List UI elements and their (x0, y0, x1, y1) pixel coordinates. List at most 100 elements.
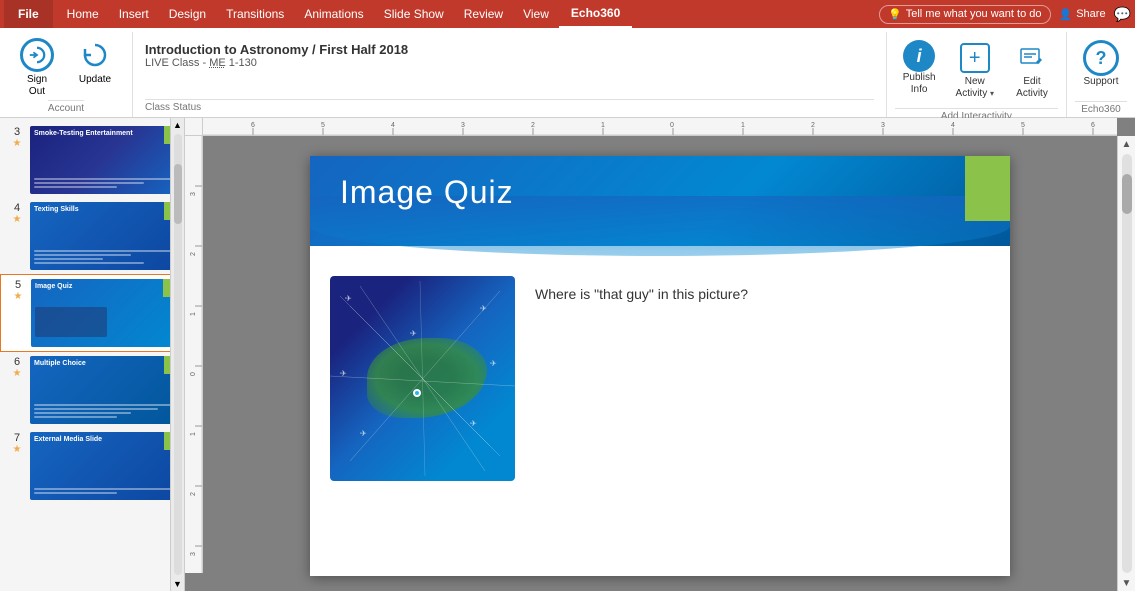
sign-out-label: SignOut (27, 74, 47, 98)
slide-number-4: 4 ★ (8, 202, 26, 225)
class-status-section: Introduction to Astronomy / First Half 2… (133, 32, 887, 117)
scroll-down-arrow[interactable]: ▼ (171, 577, 184, 591)
slide-thumb-label-6: Multiple Choice (34, 360, 172, 367)
message-button[interactable]: 💬 (1114, 6, 1131, 23)
animations-menu[interactable]: Animations (294, 0, 373, 28)
person-icon: 👤 (1059, 8, 1073, 21)
slideshow-menu[interactable]: Slide Show (374, 0, 454, 28)
slide-map-dot (413, 389, 421, 397)
transitions-menu[interactable]: Transitions (216, 0, 294, 28)
home-menu[interactable]: Home (57, 0, 109, 28)
tell-me-text: Tell me what you want to do (906, 8, 1042, 20)
edit-activity-button[interactable]: EditActivity (1006, 36, 1058, 104)
canvas-vertical-scrollbar[interactable]: ▲ ▼ (1117, 136, 1135, 591)
slide-item-7[interactable]: 7 ★ External Media Slide (0, 428, 184, 504)
svg-text:✈: ✈ (480, 304, 487, 313)
main-area: 3 ★ Smoke-Testing Entertainment 4 ★ Text… (0, 118, 1135, 591)
svg-text:1: 1 (190, 432, 197, 436)
slide-panel-scrollbar[interactable]: ▲ ▼ (170, 118, 184, 591)
slide-panel[interactable]: 3 ★ Smoke-Testing Entertainment 4 ★ Text… (0, 118, 185, 591)
scroll-down-arrow[interactable]: ▼ (1119, 575, 1135, 591)
slide-thumb-label-4: Texting Skills (34, 206, 172, 213)
support-label: Support (1083, 76, 1118, 88)
slide-canvas: Image Quiz (203, 136, 1117, 591)
update-label: Update (79, 74, 111, 85)
svg-text:✈: ✈ (410, 329, 417, 338)
ruler-corner (185, 118, 203, 136)
class-title: Introduction to Astronomy / First Half 2… (145, 42, 874, 57)
scroll-up-arrow[interactable]: ▲ (1119, 136, 1135, 152)
slide-thumbnail-3: Smoke-Testing Entertainment (30, 126, 176, 194)
view-menu[interactable]: View (513, 0, 559, 28)
echo360-menu[interactable]: Echo360 (559, 0, 632, 28)
svg-text:3: 3 (881, 122, 885, 129)
svg-text:✈: ✈ (360, 429, 367, 438)
publish-info-button[interactable]: i PublishInfo (895, 36, 944, 104)
scroll-track (174, 134, 182, 575)
review-menu[interactable]: Review (454, 0, 513, 28)
sign-out-icon (20, 38, 54, 72)
svg-text:3: 3 (461, 122, 465, 129)
svg-text:✈: ✈ (470, 419, 477, 428)
plus-circle-icon: + (960, 43, 990, 73)
echo360-ribbon-section: ? Support Echo360 (1067, 32, 1135, 117)
support-button[interactable]: ? Support (1075, 36, 1127, 97)
edit-activity-icon (1014, 40, 1050, 76)
support-icon: ? (1083, 40, 1119, 76)
file-menu[interactable]: File (4, 0, 53, 28)
svg-text:0: 0 (190, 372, 197, 376)
slide-thumbnail-4: Texting Skills (30, 202, 176, 270)
slide-item-3[interactable]: 3 ★ Smoke-Testing Entertainment (0, 122, 184, 198)
sign-out-button[interactable]: SignOut (12, 36, 62, 100)
svg-text:6: 6 (1091, 122, 1095, 129)
share-label: Share (1076, 8, 1105, 20)
svg-text:1: 1 (741, 122, 745, 129)
add-interactivity-buttons: i PublishInfo + NewActivity ▾ (895, 32, 1058, 108)
slide-thumbnail-6: Multiple Choice (30, 356, 176, 424)
svg-text:✈: ✈ (340, 369, 347, 378)
slide-content: Image Quiz (310, 156, 1010, 576)
scroll-up-arrow[interactable]: ▲ (171, 118, 184, 132)
account-section: SignOut Update Account (0, 32, 133, 117)
title-bar: File Home Insert Design Transitions Anim… (0, 0, 1135, 118)
slide-thumb-lines-6 (34, 404, 172, 418)
slide-thumb-lines-3 (34, 178, 172, 188)
update-button[interactable]: Update (70, 36, 120, 100)
slide-thumbnail-7: External Media Slide (30, 432, 176, 500)
slide-thumbnail-5: Image Quiz (31, 279, 175, 347)
menu-right: 💡 Tell me what you want to do 👤 Share 💬 (879, 5, 1131, 24)
insert-menu[interactable]: Insert (109, 0, 159, 28)
share-button[interactable]: 👤 Share (1059, 8, 1106, 21)
echo360-section-label: Echo360 (1075, 101, 1127, 117)
slide-item-4[interactable]: 4 ★ Texting Skills (0, 198, 184, 274)
account-section-label: Account (48, 100, 84, 116)
slide-thumb-label-7: External Media Slide (34, 436, 172, 443)
slide-item-6[interactable]: 6 ★ Multiple Choice (0, 352, 184, 428)
svg-text:0: 0 (670, 122, 674, 129)
svg-text:1: 1 (190, 312, 197, 316)
slide-body: ✈ ✈ ✈ ✈ ✈ ✈ ✈ Where is "that guy" in thi… (310, 256, 1010, 576)
tell-me-box[interactable]: 💡 Tell me what you want to do (879, 5, 1050, 24)
svg-text:✈: ✈ (490, 359, 497, 368)
slide-number-6: 6 ★ (8, 356, 26, 379)
new-activity-label: NewActivity ▾ (956, 76, 994, 100)
slide-title: Image Quiz (340, 174, 514, 211)
slide-thumb-label-5: Image Quiz (35, 283, 171, 290)
slide-item-5[interactable]: 5 ★ Image Quiz (0, 274, 184, 352)
slide-number-7: 7 ★ (8, 432, 26, 455)
design-menu[interactable]: Design (159, 0, 216, 28)
scroll-track[interactable] (1122, 154, 1132, 573)
svg-text:1: 1 (601, 122, 605, 129)
class-status-label: Class Status (145, 99, 874, 113)
class-me: ME (209, 57, 226, 69)
svg-text:5: 5 (321, 122, 325, 129)
update-icon (78, 38, 112, 72)
scroll-thumb (174, 164, 182, 224)
publish-info-icon: i (903, 40, 935, 72)
add-interactivity-section: i PublishInfo + NewActivity ▾ (887, 32, 1067, 117)
svg-text:4: 4 (951, 122, 955, 129)
new-activity-button[interactable]: + NewActivity ▾ (948, 36, 1002, 104)
menu-bar: File Home Insert Design Transitions Anim… (0, 0, 1135, 28)
ruler-vertical: 3 2 1 0 1 2 3 (185, 136, 203, 573)
slide-thumb-lines-4 (34, 250, 172, 264)
